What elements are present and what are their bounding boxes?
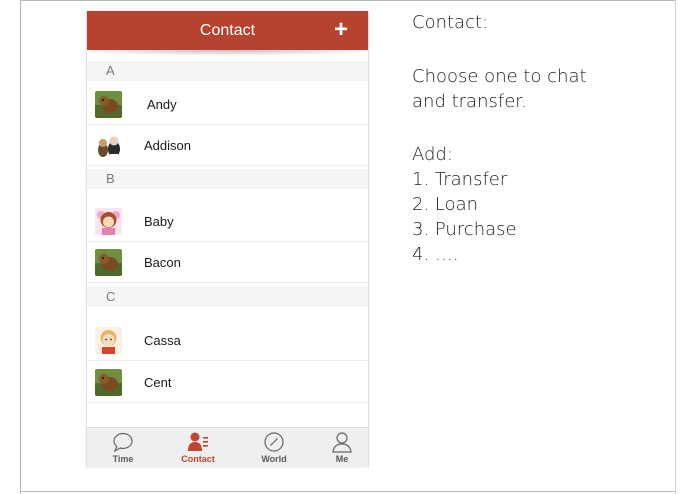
contact-row-cassa[interactable]: Cassa — [87, 320, 368, 361]
slide-border-top — [20, 0, 675, 1]
tab-label: World — [261, 454, 287, 464]
nav-shadow — [87, 50, 368, 56]
notes-heading: Contact: — [412, 12, 489, 33]
section-header-c: C — [87, 287, 368, 307]
person-icon — [331, 431, 353, 453]
contact-name: Bacon — [144, 255, 181, 270]
contact-row-bacon[interactable]: Bacon — [87, 242, 368, 283]
section-letter: B — [106, 171, 115, 186]
tab-label: Time — [112, 454, 134, 464]
contact-row-cent[interactable]: Cent — [87, 362, 368, 403]
tab-world[interactable]: World — [239, 428, 309, 467]
slide-border-left — [20, 0, 21, 494]
chat-bubble-icon — [112, 431, 134, 453]
nav-bar: Contact + — [87, 11, 368, 50]
squirrel-icon — [95, 91, 122, 118]
notes-list-item: 3. Purchase — [412, 219, 517, 240]
tab-label: Contact — [181, 454, 215, 464]
dogs-icon — [95, 132, 122, 159]
section-header-a: A — [87, 61, 368, 81]
contact-name: Andy — [147, 97, 177, 112]
add-contact-button[interactable]: + — [328, 17, 354, 43]
girl-cartoon-icon — [95, 208, 122, 235]
section-header-b: B — [87, 169, 368, 189]
notes-line: and transfer. — [412, 91, 527, 112]
contact-name: Baby — [144, 214, 174, 229]
phone-screen: Contact + A Andy Addison B Baby Bacon C … — [86, 11, 369, 467]
section-letter: A — [106, 63, 115, 78]
notes-add-heading: Add: — [412, 144, 453, 165]
tab-me[interactable]: Me — [307, 428, 368, 467]
notes-list-item: 2. Loan — [412, 194, 479, 215]
contact-name: Addison — [144, 138, 191, 153]
notes-list-item: 4. …. — [412, 244, 459, 265]
slide-border-bottom — [20, 491, 675, 492]
squirrel-icon — [95, 369, 122, 396]
notes-list-item: 1. Transfer — [412, 169, 508, 190]
section-letter: C — [106, 289, 116, 304]
boy-cartoon-icon — [95, 327, 122, 354]
tab-bar: Time Contact World Me — [87, 427, 368, 467]
notes-line: Choose one to chat — [412, 66, 587, 87]
compass-icon — [263, 431, 285, 453]
tab-time[interactable]: Time — [88, 428, 158, 467]
contact-row-addison[interactable]: Addison — [87, 125, 368, 166]
tab-label: Me — [335, 454, 349, 464]
contact-row-baby[interactable]: Baby — [87, 201, 368, 242]
squirrel-icon — [95, 249, 122, 276]
contact-name: Cassa — [144, 333, 181, 348]
nav-title: Contact — [199, 22, 256, 39]
contact-name: Cent — [144, 375, 172, 390]
tab-contact[interactable]: Contact — [163, 428, 233, 467]
slide-border-right — [675, 0, 676, 494]
contact-row-andy[interactable]: Andy — [87, 84, 368, 125]
contacts-icon — [187, 431, 209, 453]
